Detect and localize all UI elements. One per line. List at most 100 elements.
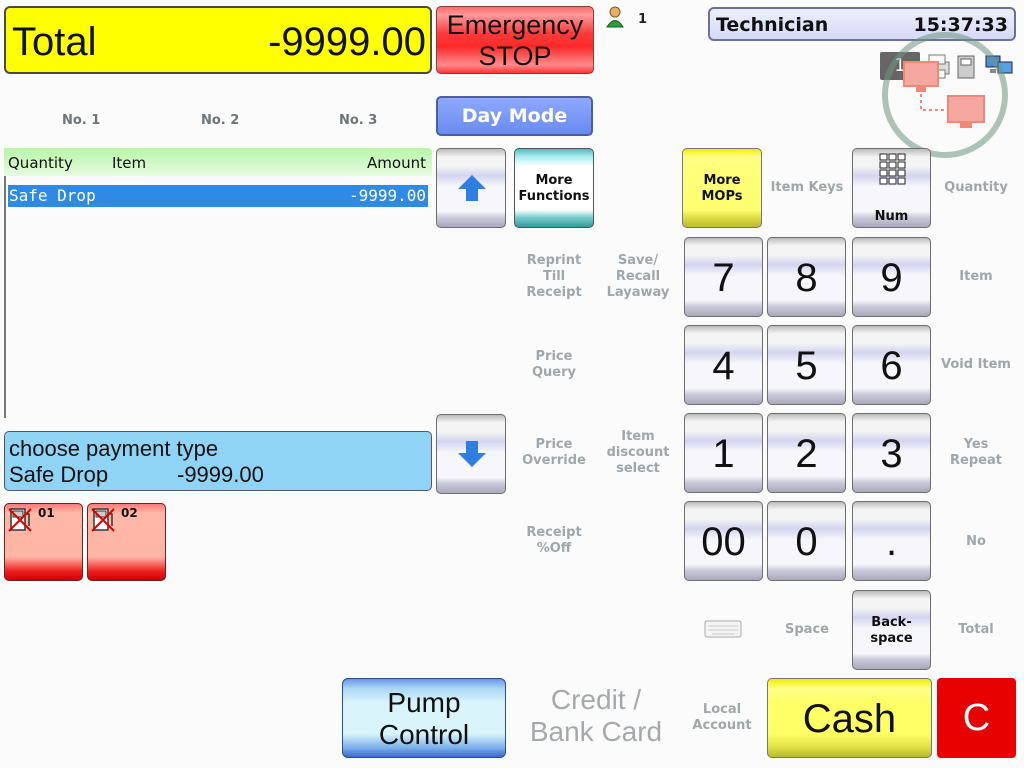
credit-l2: Bank Card xyxy=(529,716,663,747)
receipt-line-selected[interactable]: Safe Drop -9999.00 xyxy=(8,185,428,207)
prompt-line2-value: -9999.00 xyxy=(177,462,264,487)
space-button[interactable]: Space xyxy=(766,622,848,638)
pump-control-l1: Pump xyxy=(387,687,461,718)
operator-bar: Technician 15:37:33 xyxy=(708,7,1016,41)
item-keys-button[interactable]: Item Keys xyxy=(766,180,848,196)
more-mops-button[interactable]: More MOPs xyxy=(682,148,762,228)
total-label: Total xyxy=(12,20,97,64)
receipt-off-l1: Receipt xyxy=(526,525,582,540)
pump-control-button[interactable]: Pump Control xyxy=(342,678,506,758)
num-key[interactable]: Num xyxy=(852,148,931,228)
item-discount-select-button[interactable]: Item discount select xyxy=(598,429,678,477)
void-item-button[interactable]: Void Item xyxy=(936,357,1016,373)
num-key-label: Num xyxy=(874,209,909,224)
item-discount-l1: Item xyxy=(621,429,655,444)
arrow-up-icon xyxy=(458,175,486,201)
line-item: Safe Drop xyxy=(9,186,96,205)
key-00[interactable]: 00 xyxy=(684,501,763,581)
clock: 15:37:33 xyxy=(913,14,1008,36)
total-value: -9999.00 xyxy=(268,20,426,64)
keypad-icon xyxy=(879,153,906,185)
remote-connection-icon xyxy=(882,32,1008,158)
pump-control-l2: Control xyxy=(378,719,470,750)
key-6[interactable]: 6 xyxy=(852,325,931,405)
key-4[interactable]: 4 xyxy=(684,325,763,405)
more-mops-l1: More xyxy=(703,173,741,188)
pump-02-button[interactable]: 02 xyxy=(87,503,166,581)
pump-01-button[interactable]: 01 xyxy=(4,503,83,581)
scroll-up-button[interactable] xyxy=(436,148,506,228)
arrow-down-icon xyxy=(458,441,486,467)
pump-number: 02 xyxy=(121,506,138,520)
reprint-till-receipt-button[interactable]: Reprint Till Receipt xyxy=(514,253,594,301)
quantity-button[interactable]: Quantity xyxy=(936,180,1016,196)
more-functions-l1: More xyxy=(535,173,573,188)
item-discount-l3: select xyxy=(616,461,660,476)
credit-bank-card-button[interactable]: Credit / Bank Card xyxy=(514,684,678,754)
key-decimal[interactable]: . xyxy=(852,501,931,581)
user-count: 1 xyxy=(638,12,648,27)
pump-number: 01 xyxy=(38,506,55,520)
prompt-line2-label: Safe Drop xyxy=(9,462,109,487)
key-1[interactable]: 1 xyxy=(684,413,763,493)
pump-icon xyxy=(91,506,115,532)
key-0[interactable]: 0 xyxy=(767,501,846,581)
price-query-l1: Price xyxy=(535,349,573,364)
key-3[interactable]: 3 xyxy=(852,413,931,493)
key-8[interactable]: 8 xyxy=(767,237,846,317)
receipt-percent-off-button[interactable]: Receipt %Off xyxy=(514,525,594,557)
line-amount: -9999.00 xyxy=(348,186,426,205)
key-7[interactable]: 7 xyxy=(684,237,763,317)
receipt-header: Quantity Item Amount xyxy=(4,148,432,176)
save-recall-l3: Layaway xyxy=(606,285,670,300)
yes-repeat-l2: Repeat xyxy=(950,453,1002,468)
backspace-l1: Back- xyxy=(871,615,912,630)
col-amount: Amount xyxy=(367,154,426,172)
scroll-down-button[interactable] xyxy=(436,414,506,494)
emergency-stop-line1: Emergency xyxy=(446,10,584,40)
user-icon[interactable] xyxy=(606,6,624,28)
emergency-stop-line2: STOP xyxy=(478,41,552,71)
total-display: Total -9999.00 xyxy=(4,6,432,74)
prompt-line1: choose payment type xyxy=(9,436,219,461)
clear-button[interactable]: C xyxy=(937,678,1016,758)
operator-name: Technician xyxy=(716,14,829,36)
credit-l1: Credit / xyxy=(550,684,642,715)
reprint-l3: Receipt xyxy=(526,285,582,300)
price-query-l2: Query xyxy=(531,365,576,380)
col-quantity: Quantity xyxy=(8,154,73,172)
reprint-l2: Till xyxy=(542,269,566,284)
key-2[interactable]: 2 xyxy=(767,413,846,493)
price-override-l1: Price xyxy=(535,437,573,452)
local-account-button[interactable]: Local Account xyxy=(682,702,762,734)
price-query-button[interactable]: Price Query xyxy=(514,349,594,381)
keyboard-icon[interactable] xyxy=(704,620,742,638)
receipt-off-l2: %Off xyxy=(536,541,572,556)
yes-repeat-button[interactable]: Yes Repeat xyxy=(936,437,1016,469)
backspace-button[interactable]: Back- space xyxy=(852,590,931,670)
cash-button[interactable]: Cash xyxy=(767,678,932,758)
price-override-l2: Override xyxy=(522,453,586,468)
prompt-message: choose payment type Safe Drop -9999.00 xyxy=(4,431,432,491)
key-5[interactable]: 5 xyxy=(767,325,846,405)
item-button[interactable]: Item xyxy=(936,269,1016,285)
col-item: Item xyxy=(112,154,147,172)
more-functions-button[interactable]: More Functions xyxy=(514,148,594,228)
local-account-l2: Account xyxy=(692,718,752,733)
till-3-label[interactable]: No. 3 xyxy=(339,113,377,128)
pump-icon xyxy=(8,506,32,532)
key-9[interactable]: 9 xyxy=(852,237,931,317)
price-override-button[interactable]: Price Override xyxy=(514,437,594,469)
item-discount-l2: discount xyxy=(606,445,670,460)
reprint-l1: Reprint xyxy=(526,253,582,268)
emergency-stop-button[interactable]: Emergency STOP xyxy=(436,6,594,74)
save-recall-layaway-button[interactable]: Save/ Recall Layaway xyxy=(598,253,678,301)
day-mode-button[interactable]: Day Mode xyxy=(436,96,593,136)
no-button[interactable]: No xyxy=(936,534,1016,550)
till-2-label[interactable]: No. 2 xyxy=(201,113,239,128)
till-1-label[interactable]: No. 1 xyxy=(62,113,100,128)
backspace-l2: space xyxy=(870,631,913,646)
save-recall-l2: Recall xyxy=(615,269,661,284)
total-button[interactable]: Total xyxy=(936,622,1016,638)
save-recall-l1: Save/ xyxy=(617,253,659,268)
